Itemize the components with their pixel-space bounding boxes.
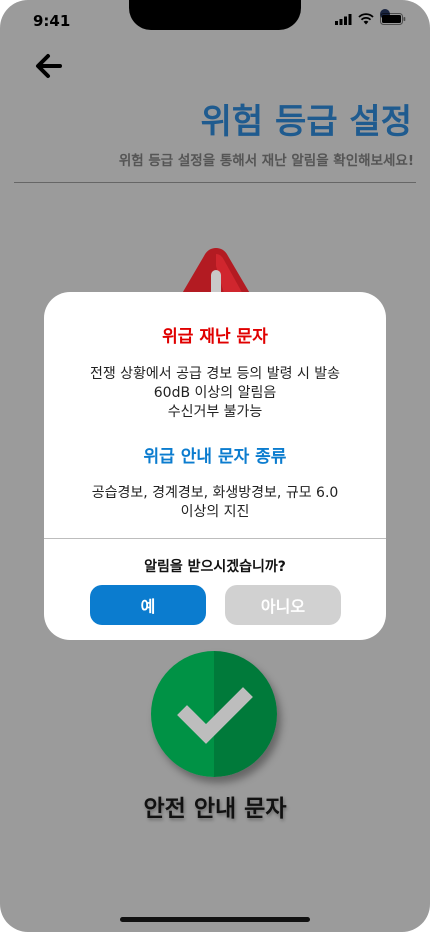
battery-icon	[380, 13, 406, 25]
types-description-line1: 공습경보, 경계경보, 화생방경보, 규모 6.0	[91, 485, 339, 501]
header-divider	[14, 182, 416, 183]
no-button[interactable]: 아니오	[225, 585, 341, 625]
emergency-description-line1: 전쟁 상황에서 공급 경보 등의 발령 시 발송	[89, 366, 341, 382]
emergency-description-line2: 60dB 이상의 알림음	[153, 385, 277, 401]
status-time: 9:41	[33, 12, 71, 30]
signal-icon	[335, 13, 352, 25]
phone-screen: 9:41 위험 등급 설정 위험 등급 설정을 통해서 재난 알림을 확인해보세…	[0, 0, 430, 932]
page-subtitle: 위험 등급 설정을 통해서 재난 알림을 확인해보세요!	[118, 153, 414, 169]
types-title: 위급 안내 문자 종류	[143, 447, 287, 467]
status-icons	[335, 13, 406, 25]
notch	[129, 0, 390, 30]
yes-button[interactable]: 예	[90, 585, 206, 625]
types-description-line2: 이상의 지진	[180, 504, 250, 520]
page-title: 위험 등급 설정	[200, 102, 412, 142]
wifi-icon	[358, 13, 374, 25]
emergency-description-line3: 수신거부 불가능	[167, 404, 263, 420]
emergency-title: 위급 재난 문자	[162, 327, 268, 347]
back-arrow-icon[interactable]	[34, 52, 62, 80]
safe-message-label: 안전 안내 문자	[143, 796, 287, 822]
home-indicator[interactable]	[120, 917, 310, 922]
dialog-divider	[44, 538, 386, 539]
dialog-question: 알림을 받으시겠습니까?	[144, 559, 286, 575]
alert-dialog: 위급 재난 문자 전쟁 상황에서 공급 경보 등의 발령 시 발송 60dB 이…	[44, 292, 386, 640]
safe-check-icon[interactable]	[151, 651, 277, 777]
